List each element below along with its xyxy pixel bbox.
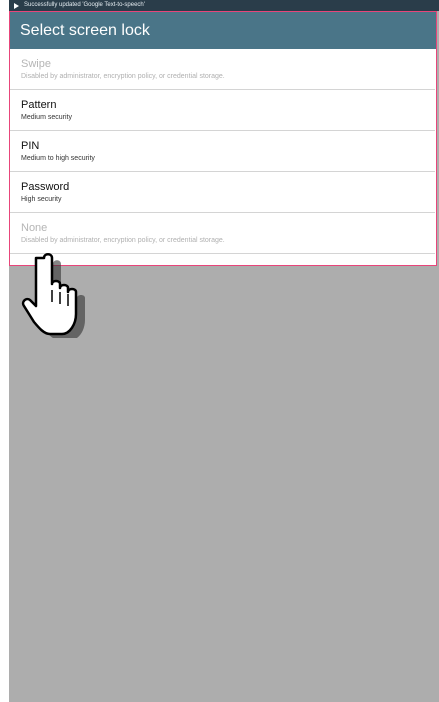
status-bar: Successfully updated 'Google Text-to-spe… bbox=[9, 0, 439, 11]
option-label: PIN bbox=[21, 140, 40, 152]
option-pin[interactable]: PIN Medium to high security bbox=[10, 131, 435, 172]
dialog-titlebar: Select screen lock bbox=[10, 12, 436, 49]
status-notification-text: Successfully updated 'Google Text-to-spe… bbox=[24, 2, 145, 8]
option-label: Swipe bbox=[21, 58, 51, 70]
option-description: Medium to high security bbox=[21, 155, 95, 162]
hand-pointer-icon bbox=[21, 253, 85, 338]
option-password[interactable]: Password High security bbox=[10, 172, 435, 213]
dialog-title: Select screen lock bbox=[20, 21, 150, 39]
option-description: Disabled by administrator, encryption po… bbox=[21, 237, 225, 244]
play-store-icon bbox=[14, 2, 19, 9]
option-label: Pattern bbox=[21, 99, 57, 111]
option-label: None bbox=[21, 222, 48, 234]
option-pattern[interactable]: Pattern Medium security bbox=[10, 90, 435, 131]
screen: Successfully updated 'Google Text-to-spe… bbox=[0, 0, 439, 702]
option-swipe: Swipe Disabled by administrator, encrypt… bbox=[10, 49, 435, 90]
screen-lock-dialog: Select screen lock Swipe Disabled by adm… bbox=[9, 11, 437, 266]
option-description: Medium security bbox=[21, 114, 72, 121]
option-none: None Disabled by administrator, encrypti… bbox=[10, 213, 435, 254]
option-label: Password bbox=[21, 181, 70, 193]
option-description: High security bbox=[21, 196, 62, 203]
option-description: Disabled by administrator, encryption po… bbox=[21, 73, 225, 80]
